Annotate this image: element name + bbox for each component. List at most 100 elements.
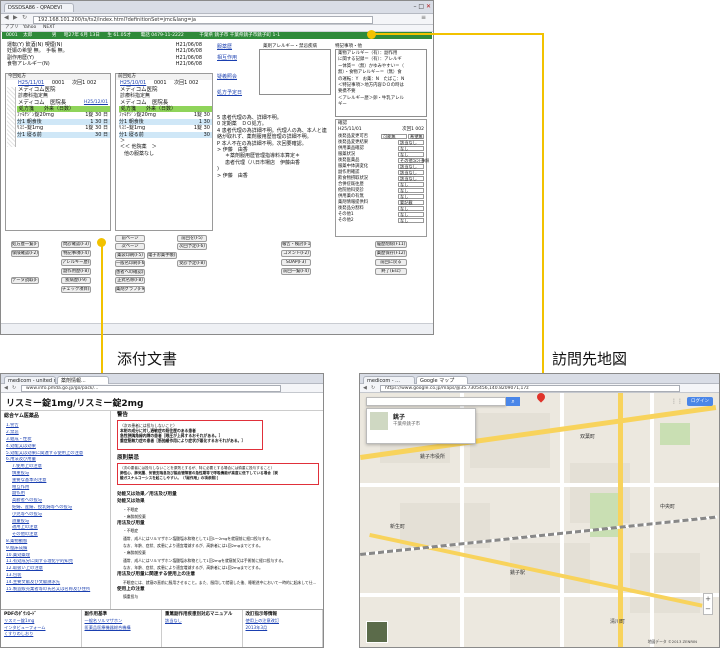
- apps-icon[interactable]: ⋮⋮: [671, 398, 683, 405]
- address-bar[interactable]: 192.168.101.200/ts/ts2/index.html?defini…: [33, 16, 373, 24]
- forward-icon[interactable]: ▶: [13, 14, 18, 22]
- link-inquiry[interactable]: 疑義照会: [217, 74, 259, 80]
- next-page-button[interactable]: 次ページ: [115, 243, 145, 250]
- toc-item[interactable]: 小児等への投与: [4, 512, 107, 519]
- save-record-button[interactable]: 薬歴保存(F12): [375, 250, 407, 257]
- toc-item[interactable]: 過量投与: [4, 519, 107, 526]
- toc-item[interactable]: 4.効能又は効果: [4, 444, 107, 451]
- bag-print-button[interactable]: 薬袋印刷(F5): [115, 252, 145, 259]
- check-select[interactable]: なし: [398, 205, 424, 212]
- toc-item[interactable]: 13.包装: [4, 573, 107, 580]
- back-previous-button[interactable]: 前回に戻る: [375, 259, 407, 266]
- close-icon[interactable]: ✕: [426, 3, 431, 10]
- earth-thumbnail[interactable]: [366, 621, 388, 643]
- minimize-icon[interactable]: –: [413, 3, 416, 10]
- toc-item[interactable]: 適用上の注意: [4, 525, 107, 532]
- e-notebook-button[interactable]: 電子お薬手帳(F7): [147, 252, 177, 259]
- map-canvas[interactable]: 銚子駅 銚子市役所 双葉町 新生町 中央町 清川町 ⌕ 銚子 千葉県銚子市 ログ…: [360, 393, 719, 647]
- toc-item[interactable]: 6.用法及び用量: [4, 457, 107, 464]
- check-select[interactable]: 希望無: [408, 133, 424, 140]
- check-select[interactable]: なし: [398, 151, 424, 158]
- prev-page-button[interactable]: 前ページ: [115, 235, 145, 242]
- zoom-controls[interactable]: + −: [703, 593, 713, 615]
- patient-confirm-button[interactable]: 患者への確認(F7): [115, 269, 145, 276]
- toc-item[interactable]: 12.取扱い上の注意: [4, 566, 107, 573]
- toc-item[interactable]: 10.薬効薬理: [4, 553, 107, 560]
- toc-item[interactable]: 2.禁忌: [4, 430, 107, 437]
- guidance-record[interactable]: 5 患者代理の為、詳細不明。 0 定期薬 ＤＯ処方。 4 患者代理の為詳細不明。…: [217, 115, 333, 179]
- toc-item[interactable]: 副作用: [4, 491, 107, 498]
- allergy-history-button[interactable]: アレルギー歴(F7): [61, 259, 91, 266]
- toc-item[interactable]: 高齢者への投与: [4, 498, 107, 505]
- special-notes-box[interactable]: 薬物アレルギー（有）：副作用 に関する記録＝（有）：アレルギ ー体質＝（無）かゆ…: [335, 49, 427, 117]
- zoom-out-icon[interactable]: −: [704, 604, 712, 614]
- address-bar[interactable]: www.info.pmda.go.jp/go/pack/...: [21, 385, 281, 392]
- toc-item[interactable]: 7.使用上の注意: [4, 464, 107, 471]
- back-icon[interactable]: ◀: [4, 384, 8, 393]
- footer-link[interactable]: 医薬品医療機器総合機構: [85, 625, 159, 631]
- history-delete-button[interactable]: 履歴削除(F11): [375, 241, 407, 248]
- formal-name-button[interactable]: 正式名称(F8): [115, 277, 145, 284]
- browser-tab-active[interactable]: 薬剤情報...: [57, 376, 109, 384]
- side-effect-button[interactable]: 副作用歴(F8): [61, 268, 91, 275]
- inquiry-check-button[interactable]: 問診確認(F3): [61, 241, 91, 248]
- toc-item[interactable]: 5.効能又は効果に関連する使用上の注意: [4, 451, 107, 458]
- link-schedule[interactable]: 処方予定日: [217, 90, 259, 96]
- visit-schedule-button[interactable]: 受診予定(F8): [177, 260, 207, 267]
- check-select[interactable]: 該当なし: [398, 175, 424, 182]
- browser-tab[interactable]: medicom - united notes: [4, 376, 56, 384]
- bookmark-item[interactable]: NEXT: [43, 25, 55, 31]
- address-bar[interactable]: https://www.google.co.jp/maps/@35.730545…: [380, 385, 680, 392]
- check-select[interactable]: 該当なし: [398, 139, 424, 146]
- footer-link[interactable]: 2013年3月: [246, 625, 320, 631]
- insurance-button[interactable]: 保険確認(F2): [11, 250, 39, 257]
- toc-item[interactable]: その他の注意: [4, 532, 107, 539]
- browser-tab[interactable]: medicom - ...: [363, 376, 415, 384]
- check-select[interactable]: 該当なし: [398, 163, 424, 170]
- reload-icon[interactable]: ↻: [371, 384, 375, 393]
- check-select[interactable]: なし: [398, 145, 424, 152]
- check-select[interactable]: 要記載: [398, 199, 424, 206]
- exit-button[interactable]: 終了(Esc): [375, 268, 407, 275]
- toc-item[interactable]: 14.主要文献及び文献請求先: [4, 580, 107, 587]
- report-button[interactable]: 報告・検討(F1): [281, 241, 311, 248]
- generic-print-button[interactable]: 一般名印刷(F6): [115, 260, 145, 267]
- toc-item[interactable]: 3.組成・性状: [4, 437, 107, 444]
- bookmark-item[interactable]: Yahoo: [23, 25, 36, 31]
- link-interaction[interactable]: 相互作用: [217, 55, 259, 61]
- data-read-button[interactable]: データ読取(F4): [11, 277, 39, 284]
- map-pin-icon[interactable]: [535, 393, 547, 403]
- map-search-box[interactable]: [366, 397, 506, 406]
- check-select[interactable]: なし: [398, 193, 424, 200]
- toc-item[interactable]: 8.薬物動態: [4, 539, 107, 546]
- check-select[interactable]: その他ｺﾒﾝﾄ参照: [398, 157, 429, 164]
- toc-item[interactable]: 慎重投与: [4, 471, 107, 478]
- toc-item[interactable]: 相互作用: [4, 485, 107, 492]
- footer-link[interactable]: くすりのしおり: [4, 631, 78, 637]
- check-select[interactable]: なし: [398, 211, 424, 218]
- footer-link[interactable]: 該当なし: [165, 618, 239, 624]
- previous-do-button[interactable]: 前回を(F5): [177, 235, 207, 242]
- search-button[interactable]: ⌕: [506, 397, 520, 406]
- special-notes-button[interactable]: 特記事項(F4): [61, 250, 91, 257]
- maximize-icon[interactable]: □: [418, 3, 424, 10]
- drug-graph-button[interactable]: 薬剤グラフ(F9): [115, 286, 145, 293]
- toc-item[interactable]: 9.臨床成績: [4, 546, 107, 553]
- check-select[interactable]: なし: [398, 217, 424, 224]
- check-items-button[interactable]: チェック項目(F10): [61, 286, 91, 293]
- toc-item[interactable]: 1.警告: [4, 423, 107, 430]
- disease-history-button[interactable]: 疾病歴(F9): [61, 277, 91, 284]
- rx-history-button[interactable]: 処方歴一覧(F1): [11, 241, 39, 248]
- comment-button[interactable]: コメント(F2): [281, 250, 311, 257]
- toc-item[interactable]: 重要な基本的注意: [4, 478, 107, 485]
- browser-tab-active[interactable]: Google マップ: [416, 376, 468, 384]
- reload-icon[interactable]: ↻: [22, 14, 27, 22]
- bookmark-item[interactable]: アプリ: [5, 25, 19, 31]
- menu-icon[interactable]: ≡: [421, 14, 426, 22]
- zoom-in-icon[interactable]: +: [704, 594, 712, 604]
- check-select[interactable]: なし: [398, 187, 424, 194]
- login-button[interactable]: ログイン: [687, 397, 713, 406]
- toc-item[interactable]: 妊婦、産婦、授乳婦等への投与: [4, 505, 107, 512]
- browser-tab[interactable]: DSSDSA86 - QPADEVI: [4, 3, 74, 12]
- place-card[interactable]: 銚子 千葉県銚子市: [366, 408, 476, 444]
